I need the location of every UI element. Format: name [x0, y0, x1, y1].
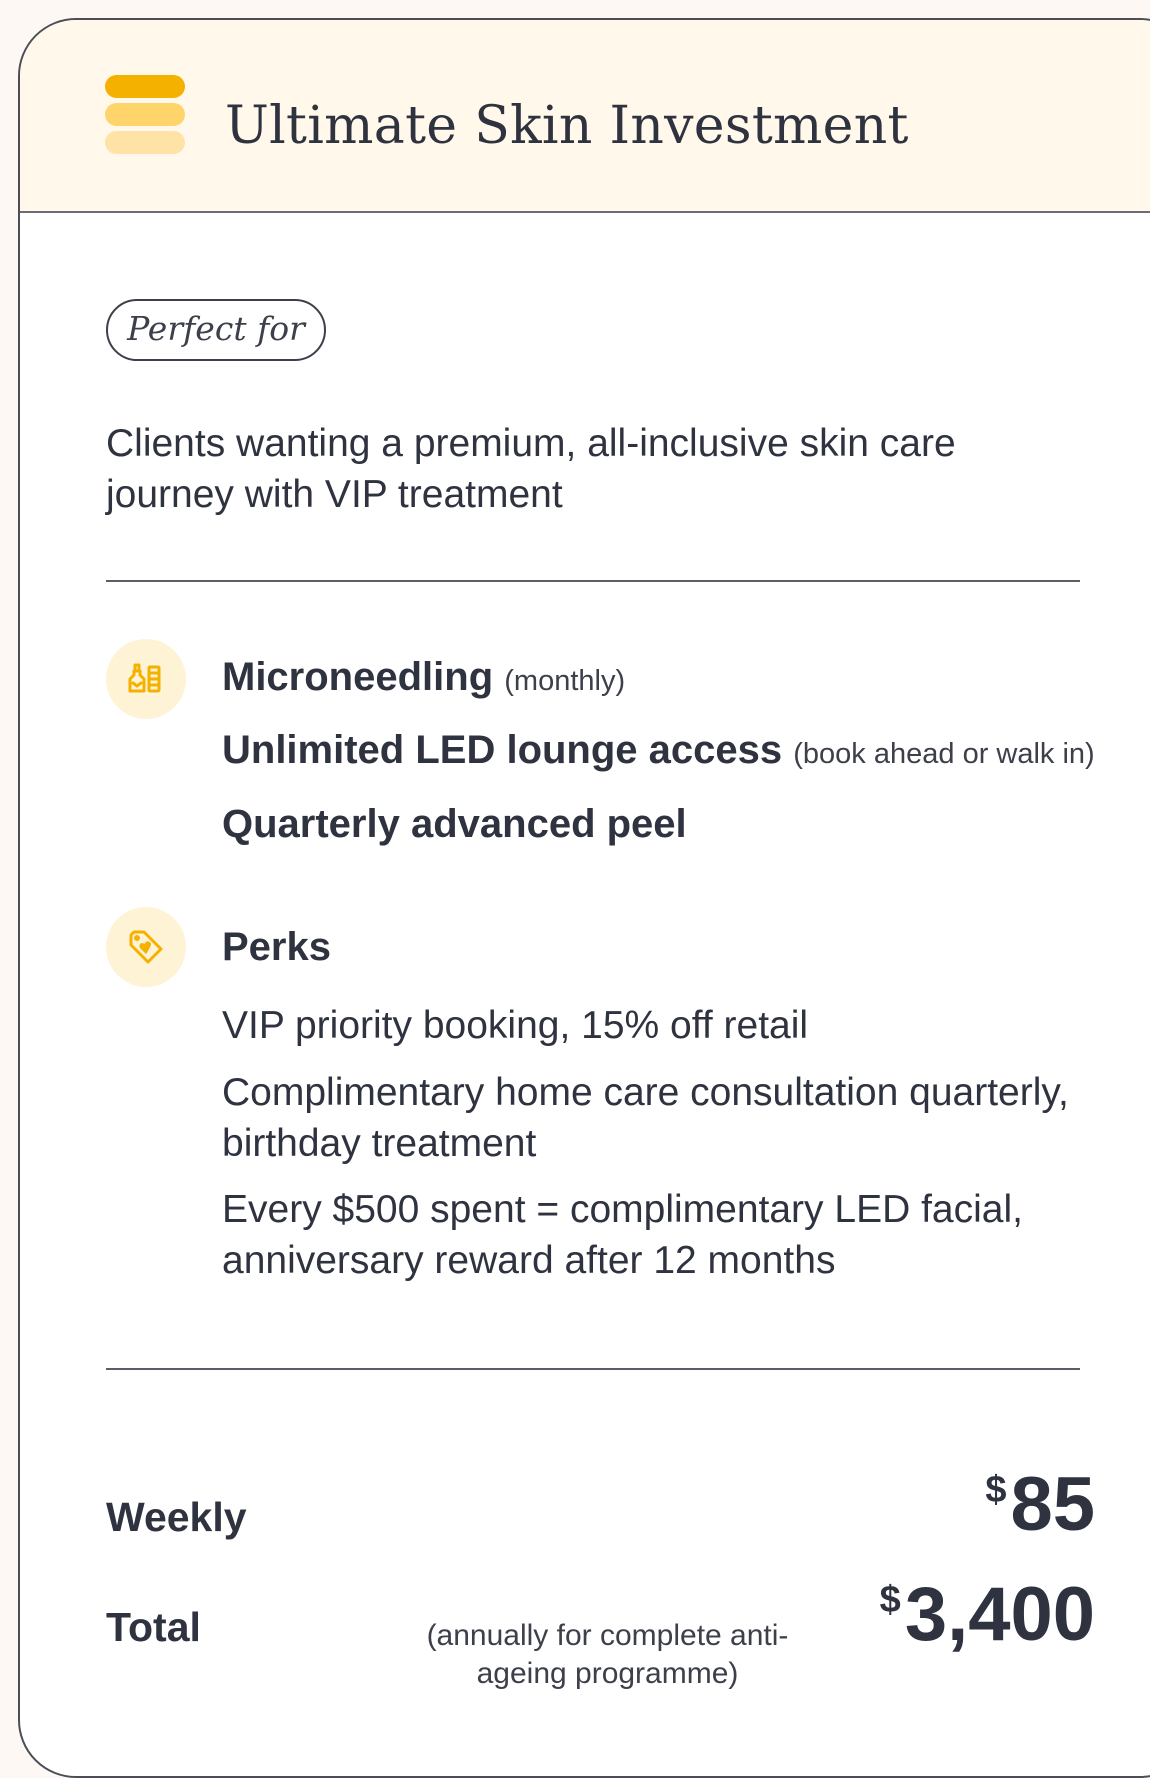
perk-item: VIP priority booking, 15% off retail — [222, 1004, 809, 1047]
tag-heart-icon — [106, 907, 186, 987]
card-title: Ultimate Skin Investment — [225, 96, 909, 156]
logo-bar-middle — [105, 103, 185, 126]
total-currency: $ — [879, 1579, 901, 1621]
treatment-item: Quarterly advanced peel — [222, 799, 687, 849]
section-divider — [106, 580, 1080, 582]
treatment-name: Microneedling — [222, 655, 494, 699]
total-price: $3,400 — [780, 1577, 1095, 1657]
package-card: Ultimate Skin Investment Perfect for Cli… — [18, 18, 1150, 1778]
logo-bar-top — [105, 75, 185, 98]
weekly-price: $85 — [780, 1467, 1095, 1547]
weekly-price-value: $85 — [985, 1467, 1095, 1543]
treatment-note: (monthly) — [504, 665, 626, 697]
total-price-note: (annually for complete anti-ageing progr… — [426, 1619, 789, 1690]
skincare-bottles-icon — [106, 639, 186, 719]
logo-bar-bottom — [105, 131, 185, 154]
perks-heading: Perks — [222, 925, 331, 969]
perk-item: Complimentary home care consultation qua… — [222, 1071, 1069, 1165]
card-header: Ultimate Skin Investment — [20, 20, 1150, 213]
treatment-name: Unlimited LED lounge access — [222, 728, 783, 772]
stacked-bars-icon — [105, 75, 185, 155]
weekly-currency: $ — [985, 1469, 1007, 1511]
perk-item: Every $500 spent = complimentary LED fac… — [222, 1188, 1023, 1282]
perfect-for-description: Clients wanting a premium, all-inclusive… — [106, 422, 956, 516]
treatment-item: Unlimited LED lounge access (book ahead … — [222, 725, 1095, 779]
weekly-amount: 85 — [1010, 1462, 1095, 1547]
treatment-note: (book ahead or walk in) — [793, 738, 1095, 770]
treatment-item: Microneedling (monthly) — [222, 652, 625, 706]
total-price-value: $3,400 — [880, 1577, 1095, 1653]
perfect-for-badge: Perfect for — [106, 299, 326, 361]
treatment-name: Quarterly advanced peel — [222, 802, 687, 846]
total-price-label: Total — [106, 1604, 201, 1650]
total-amount: 3,400 — [904, 1572, 1095, 1657]
weekly-price-label: Weekly — [106, 1494, 247, 1540]
section-divider — [106, 1368, 1080, 1370]
